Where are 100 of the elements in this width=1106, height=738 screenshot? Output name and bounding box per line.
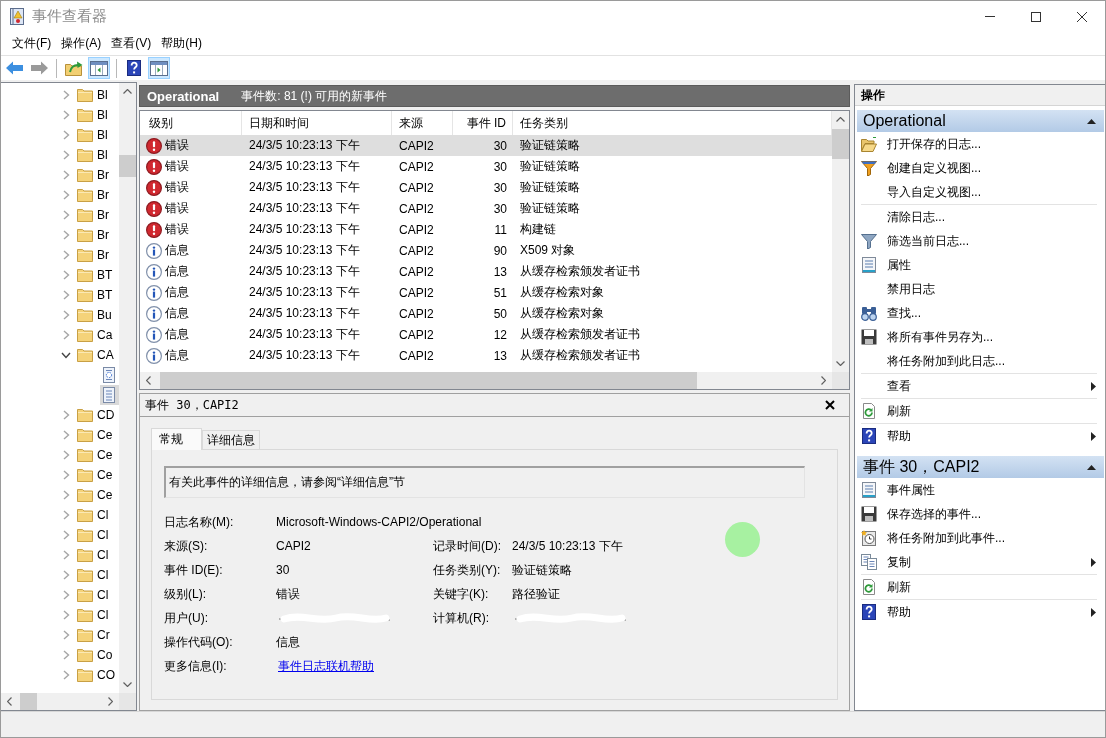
table-cell-text: 24/3/5 10:23:13 下午 — [248, 347, 361, 364]
action-item[interactable]: 将任务附加到此事件... — [855, 526, 1105, 550]
action-item[interactable]: 禁用日志 — [855, 277, 1105, 301]
event-row[interactable]: 错误 24/3/5 10:23:13 下午 CAPI2 30 验证链策略 — [140, 135, 832, 156]
tree-item[interactable]: Br — [60, 205, 119, 225]
table-cell-text: 24/3/5 10:23:13 下午 — [248, 179, 361, 196]
event-row[interactable]: 错误 24/3/5 10:23:13 下午 CAPI2 30 验证链策略 — [140, 156, 832, 177]
field-value: 错误 — [276, 585, 300, 603]
close-button[interactable] — [823, 398, 837, 412]
error-icon — [146, 221, 162, 238]
menu-item[interactable]: 帮助(H) — [156, 33, 207, 54]
tree-item[interactable]: Br — [60, 245, 119, 265]
tree-item[interactable]: Bl — [60, 145, 119, 165]
table-cell: 13 — [493, 264, 507, 279]
section-header[interactable]: 事件 30，CAPI2 — [857, 456, 1104, 478]
chevron-up-icon — [836, 117, 845, 122]
event-row[interactable]: 信息 24/3/5 10:23:13 下午 CAPI2 51 从缓存检索对象 — [140, 282, 832, 303]
event-row[interactable]: 信息 24/3/5 10:23:13 下午 CAPI2 90 X509 对象 — [140, 240, 832, 261]
action-item[interactable]: 筛选当前日志... — [855, 229, 1105, 253]
table-cell-text: 24/3/5 10:23:13 下午 — [248, 284, 361, 301]
tree-item[interactable]: Ce — [60, 465, 119, 485]
tree-item[interactable]: BT — [60, 285, 119, 305]
tree-item[interactable]: Br — [60, 185, 119, 205]
action-item[interactable]: 创建自定义视图... — [855, 156, 1105, 180]
scroll-thumb[interactable] — [119, 155, 136, 177]
scroll-thumb[interactable] — [832, 129, 849, 159]
tree-item[interactable]: Cl — [60, 545, 119, 565]
action-item[interactable]: 刷新 — [855, 399, 1105, 423]
action-item[interactable]: 打开保存的日志... — [855, 132, 1105, 156]
field-value: 验证链策略 — [512, 561, 572, 579]
event-row[interactable]: 信息 24/3/5 10:23:13 下午 CAPI2 12 从缓存检索颁发者证书 — [140, 324, 832, 345]
pane-toggle-button[interactable] — [88, 57, 110, 79]
tree-item[interactable]: Br — [60, 225, 119, 245]
tree-item[interactable]: Cr — [60, 625, 119, 645]
tree-item[interactable]: BT — [60, 265, 119, 285]
help-link[interactable]: 事件日志联机帮助 — [278, 657, 374, 675]
tree-item[interactable]: CD — [60, 405, 119, 425]
scrollbar[interactable] — [1, 693, 119, 710]
tree-item[interactable]: Ce — [60, 445, 119, 465]
scrollbar[interactable] — [832, 111, 849, 372]
action-item[interactable]: 复制 — [855, 550, 1105, 574]
window-panes-icon — [90, 60, 108, 76]
action-item[interactable]: 将任务附加到此日志... — [855, 349, 1105, 373]
tree-item[interactable]: Bl — [60, 85, 119, 105]
action-item[interactable]: 查看 — [855, 374, 1105, 398]
scrollbar[interactable] — [119, 83, 136, 693]
field-value: 24/3/5 10:23:13 下午 — [512, 537, 623, 555]
menu-item[interactable]: 查看(V) — [106, 33, 157, 54]
pane-toggle-button[interactable] — [148, 57, 170, 79]
action-item[interactable]: 导入自定义视图... — [855, 180, 1105, 204]
table-cell: 11 — [494, 222, 507, 237]
event-row[interactable]: 错误 24/3/5 10:23:13 下午 CAPI2 30 验证链策略 — [140, 177, 832, 198]
menu-item[interactable]: 文件(F) — [7, 33, 57, 54]
tree-item[interactable]: Ca — [60, 325, 119, 345]
action-item[interactable]: 清除日志... — [855, 205, 1105, 229]
action-item[interactable]: 保存选择的事件... — [855, 502, 1105, 526]
action-item[interactable]: 查找... — [855, 301, 1105, 325]
tree-item[interactable]: Cl — [60, 565, 119, 585]
tree-item[interactable]: Bl — [60, 125, 119, 145]
description-field[interactable]: 有关此事件的详细信息，请参阅“详细信息”节 — [164, 466, 805, 498]
scrollbar[interactable] — [140, 372, 832, 389]
section-header[interactable]: Operational — [857, 110, 1104, 132]
event-row[interactable]: 信息 24/3/5 10:23:13 下午 CAPI2 13 从缓存检索颁发者证书 — [140, 345, 832, 366]
action-item[interactable]: 属性 — [855, 253, 1105, 277]
tree-item[interactable]: Cl — [60, 605, 119, 625]
tree-item[interactable]: Bu — [60, 305, 119, 325]
back-arrow-icon — [5, 61, 23, 75]
tree-item[interactable]: Bl — [60, 105, 119, 125]
tree-item[interactable]: CA — [60, 345, 119, 365]
action-item[interactable]: 帮助 — [855, 600, 1105, 624]
tree-item[interactable]: CO — [60, 665, 119, 685]
table-cell: 错误 — [165, 221, 189, 238]
tree-item[interactable]: Ce — [60, 425, 119, 445]
scroll-thumb[interactable] — [160, 372, 697, 389]
tree-item[interactable] — [100, 385, 119, 405]
event-row[interactable]: 信息 24/3/5 10:23:13 下午 CAPI2 50 从缓存检索对象 — [140, 303, 832, 324]
action-item[interactable]: 刷新 — [855, 575, 1105, 599]
folder-icon — [77, 528, 93, 542]
close-icon — [825, 400, 835, 410]
tab[interactable]: 详细信息 — [202, 430, 260, 449]
folder-icon — [77, 468, 93, 482]
table-cell-text: CAPI2 — [398, 179, 435, 197]
scroll-thumb[interactable] — [20, 693, 37, 710]
action-item[interactable]: 事件属性 — [855, 478, 1105, 502]
menu-item[interactable]: 操作(A) — [56, 33, 107, 54]
tab[interactable]: 常规 — [151, 428, 202, 450]
event-row[interactable]: 错误 24/3/5 10:23:13 下午 CAPI2 30 验证链策略 — [140, 198, 832, 219]
action-item[interactable]: 将所有事件另存为... — [855, 325, 1105, 349]
action-item[interactable]: 帮助 — [855, 424, 1105, 448]
tree-item[interactable]: Br — [60, 165, 119, 185]
forward-arrow-icon — [30, 61, 48, 75]
tree-item[interactable]: Cl — [60, 505, 119, 525]
event-row[interactable]: 信息 24/3/5 10:23:13 下午 CAPI2 13 从缓存检索颁发者证书 — [140, 261, 832, 282]
table-cell: 信息 — [165, 326, 189, 343]
tree-item[interactable]: Cl — [60, 525, 119, 545]
folder-icon — [77, 248, 93, 262]
tree-item[interactable]: Co — [60, 645, 119, 665]
event-row[interactable]: 错误 24/3/5 10:23:13 下午 CAPI2 11 构建链 — [140, 219, 832, 240]
tree-item[interactable]: Ce — [60, 485, 119, 505]
tree-item[interactable]: Cl — [60, 585, 119, 605]
